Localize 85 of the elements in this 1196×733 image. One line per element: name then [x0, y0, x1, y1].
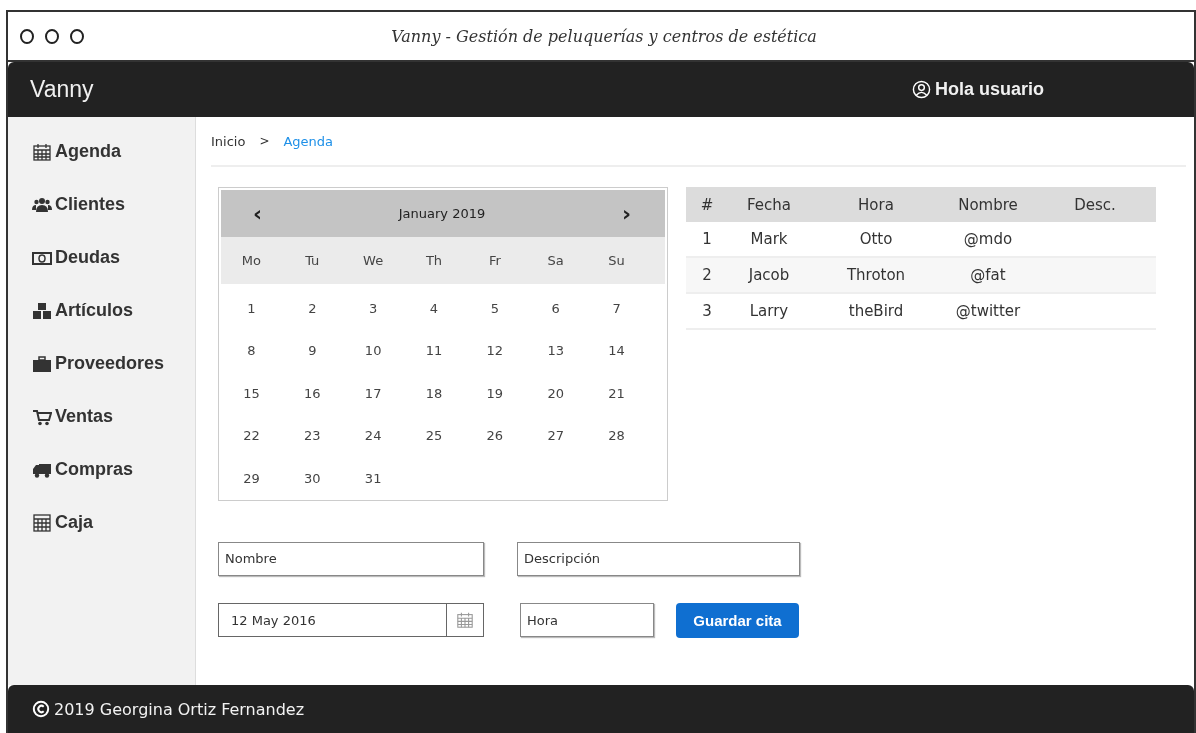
sidebar-item[interactable]: Compras	[8, 455, 195, 484]
next-month-button[interactable]: ›	[617, 201, 635, 226]
window-control-icon[interactable]	[70, 28, 84, 44]
user-icon	[911, 80, 931, 99]
column-header: Nombre	[942, 187, 1034, 222]
previous-month-button[interactable]: ‹	[249, 201, 267, 226]
calendar-day[interactable]: 27	[525, 428, 587, 444]
calendar-day[interactable]: 28	[586, 428, 647, 444]
calendar-day[interactable]: 22	[221, 428, 282, 444]
column-header: #	[686, 187, 728, 222]
calendar-day[interactable]: 23	[281, 428, 343, 444]
calendar-day[interactable]: 13	[525, 343, 587, 359]
calendar-month: January 2019	[398, 206, 486, 221]
calendar-day[interactable]: 24	[342, 428, 404, 444]
calendar-day[interactable]: 26	[464, 428, 526, 444]
calendar-day[interactable]: 8	[221, 343, 282, 359]
description-input-field[interactable]: Descripción	[517, 541, 800, 576]
save-appointment-button[interactable]: Guardar cita	[676, 602, 799, 638]
date-input-field[interactable]: 12 May 2016	[218, 603, 446, 637]
user-greeting[interactable]: Hola usuario	[934, 79, 1044, 100]
calendar-day[interactable]: 3	[342, 300, 404, 316]
date-picker-button[interactable]	[446, 603, 484, 637]
sidebar-item[interactable]: Artículos	[8, 296, 195, 325]
weekday-label: Sa	[546, 253, 565, 268]
table-cell: 2	[686, 257, 728, 293]
sidebar-item[interactable]: Ventas	[8, 402, 195, 431]
calendar-day[interactable]: 1	[221, 300, 282, 316]
cubes-icon	[32, 300, 52, 321]
calendar-day[interactable]: 10	[342, 343, 404, 359]
calendar-day[interactable]: 2	[281, 300, 343, 316]
table-cell: Throton	[810, 257, 942, 293]
sidebar-item[interactable]: Agenda	[8, 137, 195, 166]
table-cell: Larry	[728, 293, 810, 329]
calendar-day[interactable]: 18	[403, 385, 465, 401]
weekday-label: Fr	[487, 253, 502, 268]
briefcase-icon	[32, 353, 52, 374]
calendar-day[interactable]: 31	[342, 470, 404, 486]
calendar-day[interactable]: 30	[281, 470, 343, 486]
calendar-day[interactable]: 9	[281, 343, 343, 359]
calendar-day[interactable]: 7	[586, 300, 647, 316]
table-cell: 3	[686, 293, 728, 329]
column-header: Fecha	[728, 187, 810, 222]
copyright-icon	[32, 700, 50, 718]
sidebar-item[interactable]: Proveedores	[8, 349, 195, 378]
calendar-day[interactable]: 15	[221, 385, 282, 401]
table-cell: @twitter	[942, 293, 1034, 329]
calendar-day[interactable]: 4	[403, 300, 465, 316]
name-input-field[interactable]: Nombre	[218, 541, 484, 576]
calendar-day[interactable]: 19	[464, 385, 526, 401]
weekday-label: Th	[424, 253, 444, 268]
calendar-icon	[456, 611, 474, 629]
table-cell: theBird	[810, 293, 942, 329]
calendar-day[interactable]: 12	[464, 343, 526, 359]
window-control-icon[interactable]	[45, 28, 59, 44]
column-header: Desc.	[1034, 187, 1156, 222]
footer-text: 2019 Georgina Ortiz Fernandez	[54, 699, 305, 719]
weekday-label: We	[362, 253, 385, 268]
calendar-day[interactable]: 5	[464, 300, 526, 316]
breadcrumb-link[interactable]: Inicio	[211, 133, 246, 149]
calendar-day[interactable]: 20	[525, 385, 587, 401]
brand-name[interactable]: Vanny	[30, 76, 94, 103]
calendar-day[interactable]: 17	[342, 385, 404, 401]
calendar-day[interactable]: 21	[586, 385, 647, 401]
calendar-day[interactable]: 11	[403, 343, 465, 359]
calendar-day[interactable]: 6	[525, 300, 587, 316]
calendar-day[interactable]: 16	[281, 385, 343, 401]
calculator-icon	[32, 512, 52, 533]
time-input-field[interactable]: Hora	[520, 603, 654, 637]
calendar-day[interactable]: 25	[403, 428, 465, 444]
weekday-label: Mo	[240, 253, 262, 268]
breadcrumb-separator: >	[259, 134, 270, 148]
sidebar-item[interactable]: Caja	[8, 508, 195, 537]
window-control-icon[interactable]	[20, 28, 34, 44]
breadcrumb-link[interactable]: Agenda	[283, 133, 334, 149]
calendar-day[interactable]: 29	[221, 470, 282, 486]
weekday-label: Su	[607, 253, 626, 268]
calendar-day[interactable]: 14	[586, 343, 647, 359]
column-header: Hora	[810, 187, 942, 222]
table-cell: Jacob	[728, 257, 810, 293]
table-cell: @fat	[942, 257, 1034, 293]
weekday-label: Tu	[304, 253, 321, 268]
sidebar-item[interactable]: Clientes	[8, 190, 195, 219]
sidebar-item[interactable]: Deudas	[8, 243, 195, 272]
calendar-icon	[32, 141, 52, 162]
window-title: Vanny - Gestión de peluquerías y centros de estética	[390, 26, 818, 46]
